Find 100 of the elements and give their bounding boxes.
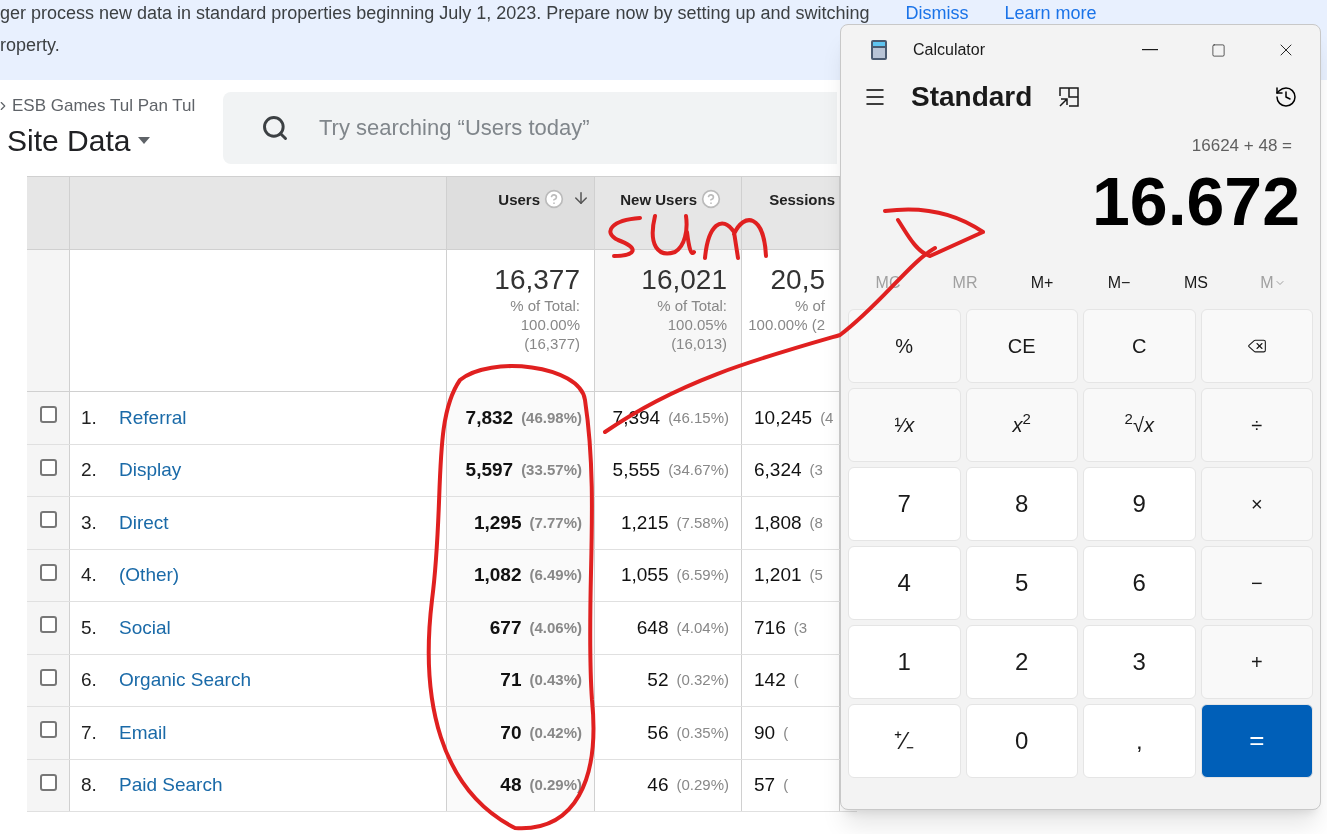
calculator-key[interactable]: ¹⁄x [848, 387, 961, 462]
metric-value: 7,832 [465, 405, 514, 430]
calculator-key[interactable]: 9 [1083, 466, 1196, 541]
metric-value: 71 [500, 668, 522, 692]
memory-button[interactable]: M+ [1007, 270, 1077, 295]
calculator-key[interactable]: 5 [965, 545, 1078, 620]
channel-link[interactable]: Organic Search [119, 666, 251, 695]
total-value: 20,5 [770, 264, 825, 296]
calculator-key[interactable]: 0 [965, 703, 1078, 778]
metric-value: 1,082 [473, 563, 522, 587]
calculator-key[interactable]: % [848, 308, 961, 383]
history-button[interactable] [1274, 85, 1298, 109]
metric-value: 1,215 [620, 510, 669, 535]
calculator-key[interactable]: C [1083, 308, 1196, 383]
channel-link[interactable]: (Other) [119, 561, 180, 590]
metric-percentage: (0.29%) [676, 775, 729, 795]
metric-percentage: (4.04%) [676, 617, 729, 638]
calculator-key[interactable]: 6 [1083, 545, 1196, 620]
total-percentage: % of Total: [510, 296, 580, 315]
calculator-key[interactable]: 8 [965, 466, 1078, 541]
breadcrumb-link[interactable]: ESB Games Tul Pan Tul [12, 92, 196, 119]
total-percentage: % of Total: [657, 296, 727, 315]
metric-percentage: (4.06%) [529, 617, 582, 638]
metric-value: 6,324 [754, 458, 802, 482]
channel-link[interactable]: Direct [119, 508, 169, 537]
overlay-icon [1058, 86, 1081, 108]
calculator-key[interactable]: ÷ [1200, 387, 1313, 462]
metric-percentage: (46.98%) [521, 407, 582, 428]
metric-value: 1,295 [473, 510, 522, 535]
calculator-key[interactable]: 2 [965, 624, 1078, 699]
channel-link[interactable]: Email [119, 718, 167, 747]
keep-on-top-button[interactable] [1058, 86, 1081, 108]
metric-percentage: (0.42%) [529, 722, 582, 743]
row-number: 8. [81, 773, 98, 797]
metric-value: 1,808 [754, 510, 802, 535]
row-number: 2. [81, 458, 98, 482]
notice-link[interactable]: Learn more [1004, 2, 1097, 24]
metric-percentage: (0.32%) [676, 670, 729, 690]
channel-link[interactable]: Social [119, 613, 171, 642]
memory-button[interactable]: M− [1084, 270, 1154, 295]
memory-button[interactable]: MS [1161, 270, 1231, 295]
result-display: 16.672 [1092, 161, 1300, 241]
total-percentage: (16,377) [524, 334, 580, 353]
metric-percentage: (0.35%) [676, 722, 729, 743]
maximize-icon [1210, 42, 1226, 58]
metric-value: 52 [647, 668, 669, 692]
calculator-key[interactable]: + [1200, 624, 1313, 699]
metric-value: 90 [754, 720, 776, 745]
calculator-key[interactable]: = [1200, 703, 1313, 778]
row-checkbox[interactable] [39, 773, 57, 791]
calculator-key[interactable]: , [1083, 703, 1196, 778]
row-checkbox[interactable] [39, 458, 57, 476]
calculator-key[interactable]: 7 [848, 466, 961, 541]
calculator-app-icon [871, 40, 887, 60]
calculator-key[interactable]: − [1200, 545, 1313, 620]
total-value: 16,021 [641, 264, 727, 296]
channel-link[interactable]: Referral [119, 403, 187, 432]
metric-value: 57 [754, 773, 776, 797]
column-header[interactable]: Users [447, 177, 595, 249]
metric-percentage: (0.29%) [529, 775, 582, 795]
row-number: 4. [81, 563, 98, 587]
notice-link[interactable]: Dismiss [905, 2, 969, 24]
row-checkbox[interactable] [39, 511, 57, 528]
metric-percentage: (3 [809, 460, 823, 480]
row-checkbox[interactable] [39, 668, 57, 686]
metric-value: 677 [489, 615, 522, 640]
calculator-key[interactable]: 4 [848, 545, 961, 620]
calculator-key[interactable]: CE [965, 308, 1078, 383]
row-checkbox[interactable] [39, 721, 57, 738]
column-header[interactable]: New Users [595, 177, 742, 249]
metric-percentage: (8 [809, 512, 823, 533]
metric-percentage: ( [793, 670, 799, 690]
channel-link[interactable]: Display [119, 456, 182, 485]
metric-value: 648 [636, 615, 669, 640]
metric-value: 716 [754, 615, 786, 640]
channel-link[interactable]: Paid Search [119, 771, 223, 800]
row-checkbox[interactable] [39, 563, 57, 581]
metric-value: 5,597 [465, 458, 514, 482]
calculator-key[interactable]: x$^{2}$ [965, 387, 1078, 462]
metric-value: 10,245 [754, 405, 813, 430]
row-checkbox[interactable] [39, 406, 57, 423]
search-field[interactable]: Try searching “Users today” [223, 92, 837, 164]
search-icon [261, 114, 289, 142]
calculator-key[interactable]: 1 [848, 624, 961, 699]
notice-text: roperty. [0, 35, 60, 55]
calculator-key[interactable]: 3 [1083, 624, 1196, 699]
property-selector[interactable]: Site Data [0, 118, 223, 164]
sort-arrow-icon[interactable] [572, 189, 590, 207]
notice-text: ger process new data in standard properties beginning July 1, 2023. Prepare now by setting up and switching [0, 2, 870, 24]
total-percentage: 100.00% (2 [748, 315, 825, 334]
row-number: 7. [81, 720, 98, 745]
row-checkbox[interactable] [39, 616, 57, 633]
metric-percentage: (46.15%) [668, 407, 729, 428]
metric-percentage: (4 [820, 407, 834, 428]
metric-percentage: ( [783, 722, 789, 743]
calculator-key[interactable]: $^{2}$√x [1083, 387, 1196, 462]
metric-percentage: (6.49%) [529, 565, 582, 585]
calculator-key[interactable]: ⁺⁄₋ [848, 703, 961, 778]
calculator-key[interactable]: × [1200, 466, 1313, 541]
caret-icon [138, 137, 151, 145]
